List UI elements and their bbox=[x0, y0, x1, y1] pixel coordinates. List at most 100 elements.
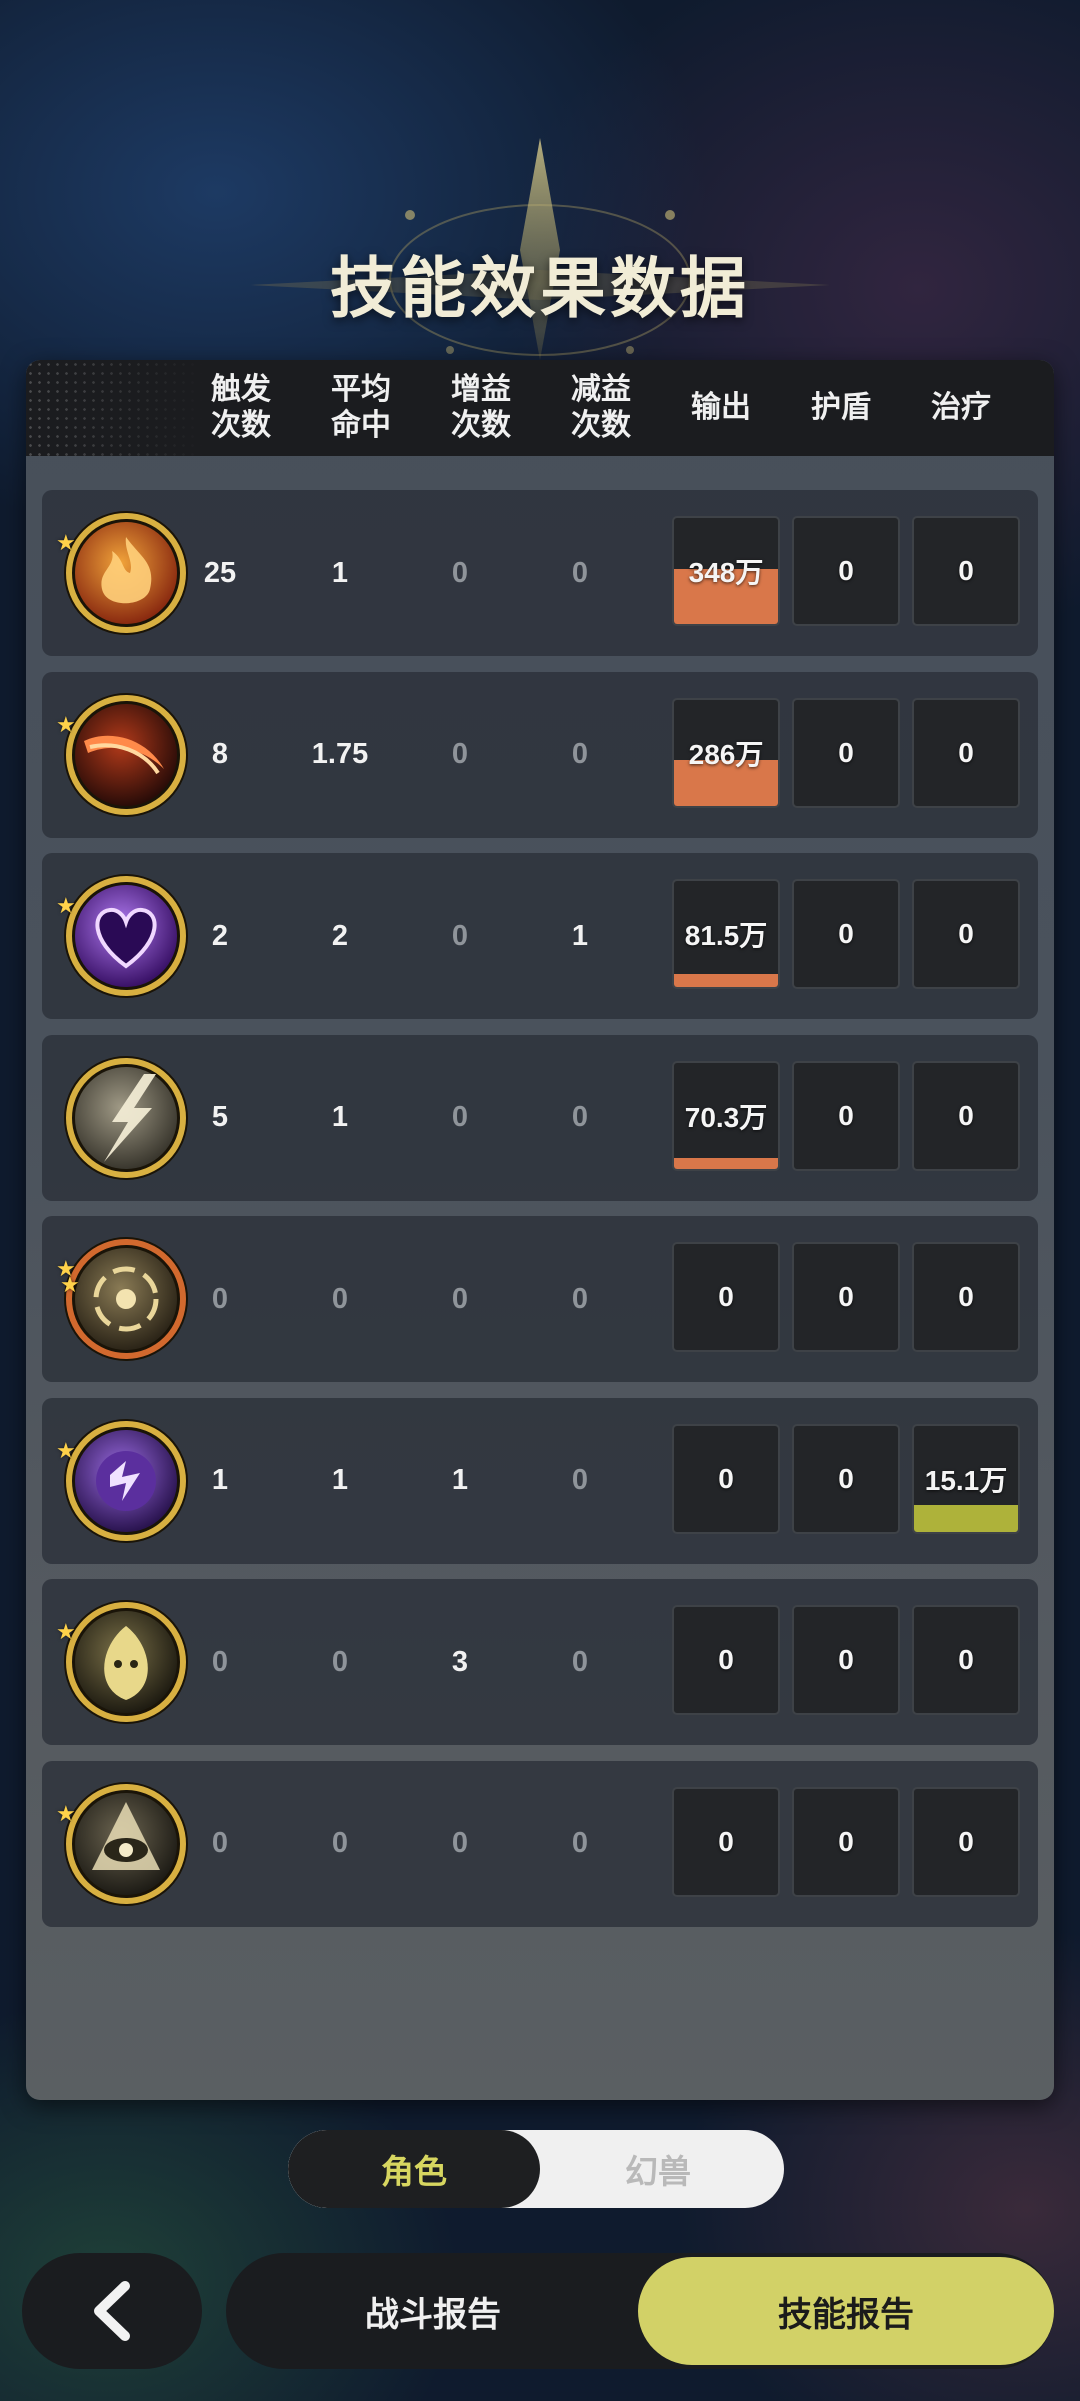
output-value: 286万 bbox=[688, 738, 764, 770]
star-icon: ★ bbox=[56, 893, 76, 918]
table-row[interactable]: ★ 2 2 0 1 81.5万 0 0 bbox=[42, 853, 1038, 1019]
table-row[interactable]: ★ 0 0 3 0 0 0 0 bbox=[42, 1579, 1038, 1745]
cell-shield: 0 bbox=[792, 1605, 900, 1715]
cell-output: 0 bbox=[672, 1423, 780, 1534]
header-label: 平均 bbox=[331, 373, 391, 406]
cell-buff: 1 bbox=[451, 1464, 469, 1496]
header-label: 输出 bbox=[691, 391, 751, 424]
cell-debuff: 0 bbox=[571, 1645, 589, 1678]
header-debuff-count: 减益 次数 bbox=[546, 360, 656, 456]
header-heal: 治疗 bbox=[906, 360, 1016, 456]
header-label: 次数 bbox=[451, 409, 511, 442]
shield-value: 0 bbox=[838, 1825, 854, 1857]
heal-value: 0 bbox=[958, 555, 974, 586]
header-average-hit: 平均 命中 bbox=[306, 360, 416, 456]
cell-debuff: 0 bbox=[571, 1827, 589, 1859]
cell-buff: 0 bbox=[451, 1827, 469, 1859]
header-label: 治疗 bbox=[931, 391, 991, 424]
cell-heal: 0 bbox=[912, 516, 1020, 626]
toggle-role[interactable]: 角色 bbox=[288, 2130, 540, 2208]
cell-trigger: 0 bbox=[211, 1282, 229, 1315]
heal-value: 15.1万 bbox=[924, 1464, 1008, 1496]
cell-avg-hit: 1 bbox=[331, 556, 349, 589]
cell-debuff: 0 bbox=[571, 1101, 589, 1133]
star-icon: ★ bbox=[56, 1619, 76, 1644]
header-buff-count: 增益 次数 bbox=[426, 360, 536, 456]
tab-skill-report[interactable]: 技能报告 bbox=[638, 2257, 1054, 2365]
cell-trigger: 25 bbox=[203, 556, 237, 589]
table-row[interactable]: ★ 25 1 0 0 348万 0 0 bbox=[42, 490, 1038, 656]
cell-output: 81.5万 bbox=[672, 879, 780, 989]
tab-battle-report[interactable]: 战斗报告 bbox=[226, 2253, 640, 2369]
cell-shield: 0 bbox=[792, 516, 900, 626]
cell-output: 348万 bbox=[672, 516, 780, 626]
cell-debuff: 0 bbox=[571, 1282, 589, 1315]
cell-buff: 0 bbox=[451, 1101, 469, 1133]
header-label: 护盾 bbox=[811, 391, 871, 424]
cell-shield: 0 bbox=[792, 1060, 900, 1171]
heal-value: 0 bbox=[958, 1099, 974, 1131]
table-row[interactable]: ★ 8 1.75 0 0 286万 0 0 bbox=[42, 671, 1038, 838]
cell-debuff: 0 bbox=[571, 738, 589, 770]
star-icon: ★ bbox=[60, 1272, 80, 1297]
star-icon: ★ bbox=[56, 530, 76, 555]
cell-avg-hit: 1 bbox=[331, 1464, 349, 1496]
shield-value: 0 bbox=[838, 736, 854, 768]
report-tabs: 战斗报告 技能报告 bbox=[226, 2253, 1054, 2369]
header-label: 命中 bbox=[331, 409, 391, 442]
cell-output: 70.3万 bbox=[672, 1060, 780, 1171]
role-beast-toggle: 幻兽 角色 bbox=[288, 2130, 784, 2208]
cell-avg-hit: 0 bbox=[331, 1282, 349, 1315]
toggle-beast[interactable]: 幻兽 bbox=[532, 2130, 784, 2208]
cell-output: 0 bbox=[672, 1605, 780, 1715]
cell-debuff: 0 bbox=[571, 556, 589, 589]
back-button[interactable] bbox=[22, 2253, 202, 2369]
output-value: 0 bbox=[718, 1644, 734, 1675]
output-value: 0 bbox=[718, 1462, 734, 1494]
cell-trigger: 8 bbox=[211, 738, 229, 770]
table-row[interactable]: 5 1 0 0 70.3万 0 0 bbox=[42, 1034, 1038, 1201]
cell-avg-hit: 2 bbox=[331, 919, 349, 952]
cell-trigger: 0 bbox=[211, 1645, 229, 1678]
cell-heal: 0 bbox=[912, 1786, 1020, 1897]
output-value: 81.5万 bbox=[684, 920, 768, 951]
table-row[interactable]: ★ 1 1 1 0 0 0 15.1万 bbox=[42, 1397, 1038, 1564]
shield-value: 0 bbox=[838, 1644, 854, 1675]
star-icon: ★ bbox=[56, 711, 76, 737]
cell-heal: 15.1万 bbox=[912, 1423, 1020, 1534]
cell-heal: 0 bbox=[912, 1605, 1020, 1715]
header-label: 增益 bbox=[451, 373, 511, 406]
table-row[interactable]: ★ 0 0 0 0 0 0 0 bbox=[42, 1760, 1038, 1927]
title-area: 技能效果数据 bbox=[0, 110, 1080, 360]
header-label: 触发 bbox=[211, 373, 271, 406]
output-value: 0 bbox=[718, 1281, 734, 1312]
cell-output: 286万 bbox=[672, 697, 780, 808]
heal-value: 0 bbox=[958, 1281, 974, 1312]
output-value: 0 bbox=[718, 1825, 734, 1857]
cell-buff: 0 bbox=[451, 1282, 469, 1315]
header-label: 次数 bbox=[571, 409, 631, 442]
star-icon: ★ bbox=[56, 1437, 76, 1463]
cell-heal: 0 bbox=[912, 1242, 1020, 1352]
cell-buff: 0 bbox=[451, 556, 469, 589]
shield-value: 0 bbox=[838, 555, 854, 586]
cell-debuff: 0 bbox=[571, 1464, 589, 1496]
heal-value: 0 bbox=[958, 736, 974, 768]
cell-shield: 0 bbox=[792, 879, 900, 989]
cell-heal: 0 bbox=[912, 879, 1020, 989]
table-row[interactable]: ★ ★ 0 0 0 0 0 0 0 bbox=[42, 1216, 1038, 1382]
header-output: 输出 bbox=[666, 360, 776, 456]
cell-heal: 0 bbox=[912, 1060, 1020, 1171]
chevron-left-icon bbox=[94, 2281, 130, 2341]
cell-buff: 3 bbox=[451, 1645, 469, 1678]
cell-trigger: 2 bbox=[211, 919, 229, 952]
page-title: 技能效果数据 bbox=[330, 251, 750, 325]
cell-avg-hit: 1.75 bbox=[311, 738, 369, 770]
cell-shield: 0 bbox=[792, 1786, 900, 1897]
output-value: 70.3万 bbox=[684, 1101, 768, 1133]
cell-trigger: 5 bbox=[211, 1101, 229, 1133]
cell-debuff: 1 bbox=[571, 919, 589, 952]
cell-avg-hit: 0 bbox=[331, 1645, 349, 1678]
heal-value: 0 bbox=[958, 1644, 974, 1675]
cell-shield: 0 bbox=[792, 697, 900, 808]
